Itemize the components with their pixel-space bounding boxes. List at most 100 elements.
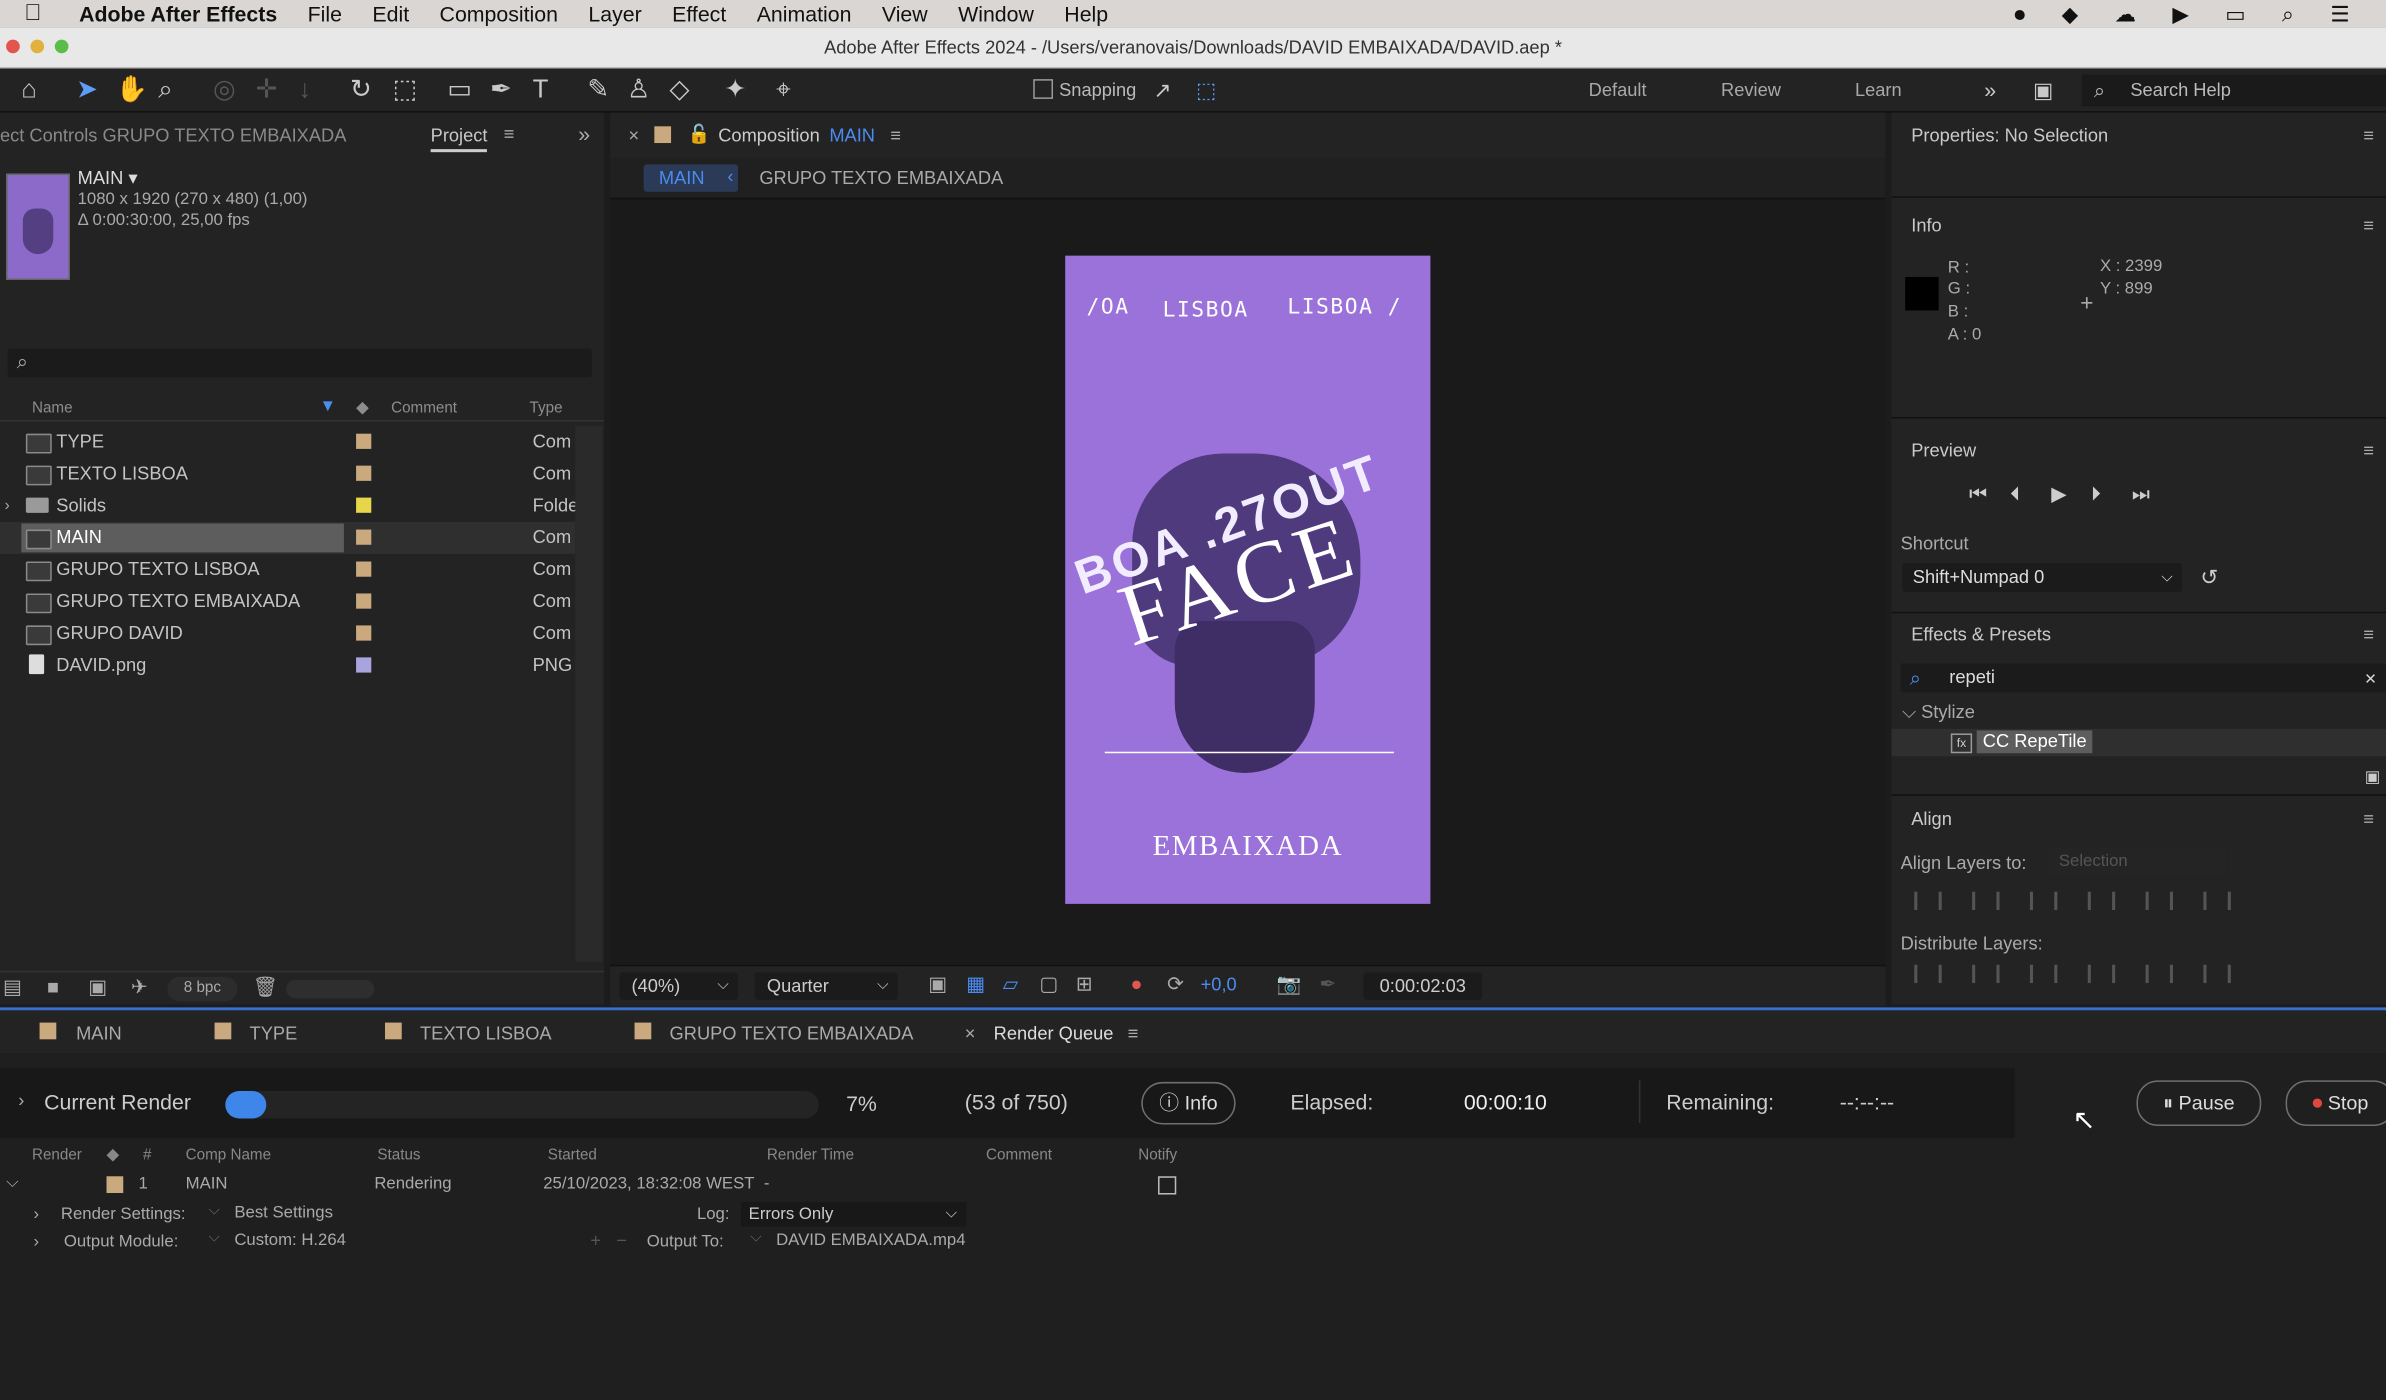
project-menu-icon[interactable]: ≡	[504, 123, 515, 144]
tab-render-queue[interactable]: Render Queue	[994, 1023, 1114, 1044]
thumbnail-size-slider[interactable]	[286, 979, 375, 999]
zoom-tool-icon[interactable]: ⌕	[158, 75, 173, 105]
dropdown-arrow-icon[interactable]: ⌵	[208, 1230, 220, 1247]
breadcrumb-main[interactable]: MAIN	[659, 167, 705, 188]
add-output-module-icon[interactable]: +	[590, 1230, 601, 1251]
project-search-input[interactable]: ⌕	[7, 348, 592, 378]
adjust-settings-icon[interactable]: ✈	[131, 975, 148, 999]
distribute-right-icon[interactable]	[2203, 964, 2231, 984]
orbit-tool-icon[interactable]: ◎	[213, 75, 236, 105]
close-window-icon[interactable]	[6, 39, 20, 54]
align-right-icon[interactable]	[2029, 891, 2058, 910]
reset-exposure-icon[interactable]: ⟳	[1167, 972, 1184, 996]
column-render[interactable]: Render	[32, 1147, 82, 1164]
column-comment[interactable]: Comment	[391, 400, 457, 417]
tab-effect-controls[interactable]: ect Controls GRUPO TEXTO EMBAIXADA	[0, 125, 346, 146]
effects-menu-icon[interactable]: ≡	[2363, 624, 2374, 645]
align-layers-dropdown[interactable]: Selection	[2046, 847, 2227, 875]
menu-help[interactable]: Help	[1064, 2, 1108, 26]
collapse-chevron-icon[interactable]: ⌵	[6, 1173, 19, 1193]
magnification-dropdown[interactable]: (40%) ⌵	[619, 972, 739, 1000]
properties-menu-icon[interactable]: ≡	[2363, 125, 2374, 146]
spotlight-search-icon[interactable]: ⌕	[2282, 1, 2294, 27]
workspace-learn[interactable]: Learn	[1855, 79, 1902, 100]
label-swatch[interactable]	[356, 657, 372, 673]
distribute-bottom-icon[interactable]	[2029, 964, 2058, 984]
composition-viewer-frame[interactable]: /OA LISBOA LISBOA / BOA .27OUT FACE EMBA…	[1065, 255, 1431, 904]
creative-cloud-icon[interactable]: ☁	[2115, 1, 2136, 27]
pan-tool-icon[interactable]: ✛	[256, 75, 278, 105]
snapping-checkbox[interactable]	[1033, 79, 1054, 99]
distribute-top-icon[interactable]	[1914, 964, 1942, 984]
rectangle-tool-icon[interactable]: ▭	[447, 75, 471, 105]
tab-texto-lisboa[interactable]: TEXTO LISBOA	[420, 1023, 552, 1044]
new-folder-icon[interactable]: ■	[47, 975, 59, 998]
workspace-review[interactable]: Review	[1721, 79, 1781, 100]
info-menu-icon[interactable]: ≡	[2363, 215, 2374, 236]
anchor-point-tool-icon[interactable]: ⬚	[393, 75, 417, 105]
menu-animation[interactable]: Animation	[757, 2, 852, 26]
menu-app-name[interactable]: Adobe After Effects	[79, 2, 277, 26]
column-comp-name[interactable]: Comp Name	[186, 1147, 271, 1164]
composition-tab-label[interactable]: Composition	[718, 125, 820, 146]
home-icon[interactable]: ⌂	[21, 75, 37, 105]
column-number[interactable]: #	[143, 1147, 151, 1164]
interpret-footage-icon[interactable]: ▤	[3, 975, 22, 999]
last-frame-icon[interactable]: ⏭	[2132, 482, 2150, 506]
label-column-icon[interactable]: ◆	[107, 1144, 120, 1164]
label-swatch[interactable]	[356, 465, 372, 481]
align-top-icon[interactable]	[2087, 891, 2116, 910]
menu-composition[interactable]: Composition	[440, 2, 558, 26]
region-of-interest-icon[interactable]: ▢	[1039, 972, 1058, 996]
puppet-pin-tool-icon[interactable]: ⌖	[776, 75, 791, 105]
show-snapshot-icon[interactable]: ✒	[1319, 972, 1336, 996]
label-swatch[interactable]	[356, 561, 372, 577]
render-queue-item[interactable]: ⌵ 1 MAIN Rendering 25/10/2023, 18:32:08 …	[0, 1172, 1217, 1199]
workspace-default[interactable]: Default	[1589, 79, 1647, 100]
lock-icon[interactable]: 🔓	[688, 123, 711, 144]
play-circle-icon[interactable]: ▶	[2172, 1, 2188, 27]
align-left-icon[interactable]	[1914, 891, 1942, 910]
label-swatch[interactable]	[356, 497, 372, 513]
dropdown-arrow-icon[interactable]: ⌵	[750, 1230, 762, 1247]
menu-layer[interactable]: Layer	[588, 2, 641, 26]
diamond-app-icon[interactable]: ◆	[2062, 1, 2078, 27]
effect-cc-repetile[interactable]: CC RepeTile	[1976, 730, 2093, 754]
reset-shortcut-icon[interactable]: ↺	[2200, 565, 2218, 591]
menu-effect[interactable]: Effect	[672, 2, 726, 26]
fast-previews-icon[interactable]: ▣	[928, 972, 947, 996]
exposure-value[interactable]: +0,0	[1201, 974, 1237, 995]
info-button[interactable]: ⓘ Info	[1141, 1081, 1236, 1125]
current-time-display[interactable]: 0:00:02:03	[1363, 972, 1483, 1000]
label-swatch[interactable]	[356, 529, 372, 545]
new-bin-icon[interactable]: ▣	[2365, 767, 2381, 786]
label-swatch[interactable]	[356, 593, 372, 609]
breadcrumb-grupo-texto-embaixada[interactable]: GRUPO TEXTO EMBAIXADA	[759, 167, 1003, 188]
align-menu-icon[interactable]: ≡	[2363, 808, 2374, 829]
column-name[interactable]: Name	[32, 400, 73, 417]
menu-window[interactable]: Window	[958, 2, 1034, 26]
play-icon[interactable]: ▶	[2051, 482, 2066, 506]
column-notify[interactable]: Notify	[1138, 1147, 1177, 1164]
mask-visibility-icon[interactable]: ▱	[1003, 972, 1018, 996]
selection-tool-icon[interactable]: ➤	[76, 75, 98, 105]
output-module-value[interactable]: Custom: H.264	[234, 1231, 346, 1249]
distribute-horizontal-center-icon[interactable]	[2145, 964, 2173, 984]
expand-panels-icon[interactable]: »	[578, 122, 590, 146]
battery-icon[interactable]: ▭	[2225, 1, 2245, 27]
previous-frame-icon[interactable]: ⏴	[2010, 482, 2020, 506]
grid-guides-icon[interactable]: ⊞	[1076, 972, 1093, 996]
zoom-window-icon[interactable]	[54, 39, 69, 54]
snap-grid-icon[interactable]: ⬚	[1196, 75, 1216, 105]
new-composition-icon[interactable]: ▣	[88, 975, 107, 999]
expand-chevron-icon[interactable]: ›	[33, 1233, 39, 1251]
column-comment[interactable]: Comment	[986, 1147, 1052, 1164]
rotate-tool-icon[interactable]: ↻	[350, 75, 372, 105]
tab-type[interactable]: TYPE	[250, 1023, 298, 1044]
composition-tab-comp[interactable]: MAIN	[829, 125, 875, 146]
label-column-icon[interactable]: ◆	[356, 397, 369, 417]
pause-button[interactable]: ⏸ Pause	[2136, 1080, 2262, 1127]
menu-edit[interactable]: Edit	[372, 2, 409, 26]
effects-item-row[interactable]: fx CC RepeTile	[1891, 728, 2386, 757]
snap-options-icon[interactable]: ↗	[1153, 75, 1171, 105]
